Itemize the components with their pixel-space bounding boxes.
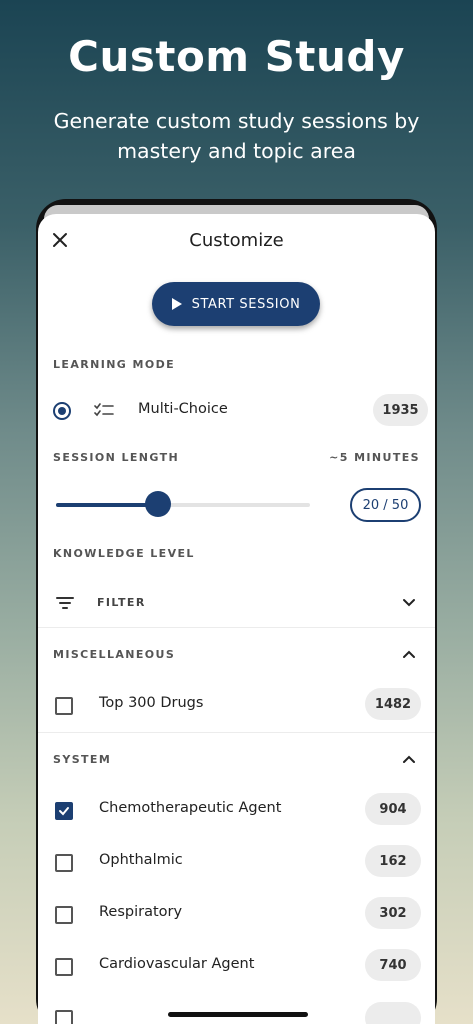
filter-label: FILTER <box>97 596 146 609</box>
checkbox[interactable] <box>55 1010 73 1024</box>
category-label: Chemotherapeutic Agent <box>99 800 282 816</box>
category-label: Top 300 Drugs <box>99 695 204 711</box>
category-row-chemotherapeutic-agent[interactable]: Chemotherapeutic Agent 904 <box>38 789 435 829</box>
filter-icon <box>56 597 74 609</box>
play-icon <box>171 298 182 310</box>
checklist-icon <box>94 403 114 417</box>
customize-sheet: Customize START SESSION LEARNING MODE Mu… <box>38 214 435 1024</box>
start-session-button[interactable]: START SESSION <box>152 282 320 326</box>
category-label: Cardiovascular Agent <box>99 956 255 972</box>
chevron-up-icon[interactable] <box>402 754 416 764</box>
sheet-title: Customize <box>189 230 284 251</box>
category-count: 302 <box>365 897 421 929</box>
category-count: 740 <box>365 949 421 981</box>
category-count-placeholder <box>365 1002 421 1024</box>
start-session-label: START SESSION <box>191 296 301 312</box>
knowledge-level-label: KNOWLEDGE LEVEL <box>53 547 195 560</box>
category-count: 904 <box>365 793 421 825</box>
session-length-value: 20 / 50 <box>350 488 421 522</box>
chevron-up-icon[interactable] <box>402 649 416 659</box>
system-label: SYSTEM <box>53 753 112 766</box>
miscellaneous-header[interactable]: MISCELLANEOUS <box>38 634 435 674</box>
learning-mode-label: LEARNING MODE <box>53 358 176 371</box>
checkbox[interactable] <box>55 697 73 715</box>
divider <box>38 627 435 628</box>
category-row-respiratory[interactable]: Respiratory 302 <box>38 893 435 933</box>
category-row-top-300-drugs[interactable]: Top 300 Drugs 1482 <box>38 684 435 724</box>
category-label: Ophthalmic <box>99 852 183 868</box>
home-indicator <box>168 1012 308 1017</box>
checkbox[interactable] <box>55 958 73 976</box>
category-count: 162 <box>365 845 421 877</box>
session-length-slider[interactable] <box>56 503 310 507</box>
filter-row[interactable]: FILTER <box>38 579 435 627</box>
miscellaneous-label: MISCELLANEOUS <box>53 648 176 661</box>
checkbox[interactable] <box>55 802 73 820</box>
slider-fill <box>56 503 158 507</box>
category-row-cardiovascular-agent[interactable]: Cardiovascular Agent 740 <box>38 945 435 985</box>
hero-title: Custom Study <box>68 32 405 81</box>
category-count: 1482 <box>365 688 421 720</box>
multi-choice-count: 1935 <box>373 394 428 426</box>
category-label: Respiratory <box>99 904 183 920</box>
hero-subtitle: Generate custom study sessions by master… <box>53 109 420 163</box>
session-length-label: SESSION LENGTH <box>53 451 180 464</box>
multi-choice-label[interactable]: Multi-Choice <box>138 401 228 417</box>
multi-choice-radio[interactable] <box>53 402 71 420</box>
chevron-down-icon[interactable] <box>402 598 416 608</box>
divider <box>38 732 435 733</box>
slider-thumb[interactable] <box>144 491 171 517</box>
checkbox[interactable] <box>55 854 73 872</box>
system-header[interactable]: SYSTEM <box>38 739 435 779</box>
category-row-ophthalmic[interactable]: Ophthalmic 162 <box>38 841 435 881</box>
checkbox[interactable] <box>55 906 73 924</box>
session-duration: ~5 MINUTES <box>329 451 420 464</box>
